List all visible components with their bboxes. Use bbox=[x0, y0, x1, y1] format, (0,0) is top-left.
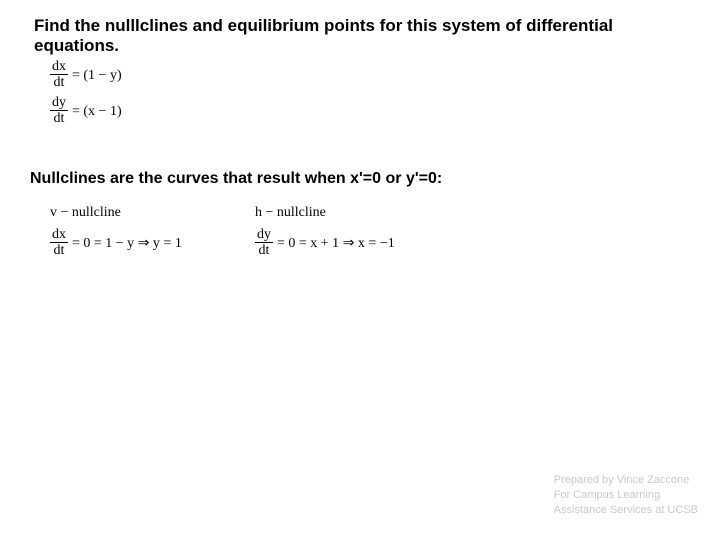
frac-num: dx bbox=[50, 60, 68, 75]
fraction-dx-dt: dx dt bbox=[50, 228, 68, 258]
fraction-dy-dt: dy dt bbox=[255, 228, 273, 258]
fraction-dy-dt: dy dt bbox=[50, 96, 68, 126]
fraction-dx-dt: dx dt bbox=[50, 60, 68, 90]
frac-num: dx bbox=[50, 228, 68, 243]
frac-num: dy bbox=[255, 228, 273, 243]
v-nullcline-block: v − nullcline dx dt = 0 = 1 − y ⇒ y = 1 bbox=[50, 205, 182, 265]
footer-credit: Prepared by Vince Zaccone For Campus Lea… bbox=[554, 473, 698, 518]
slide-title: Find the nulllclines and equilibrium poi… bbox=[34, 16, 700, 56]
eq-rhs: = 0 = 1 − y ⇒ y = 1 bbox=[72, 236, 182, 251]
footer-line: Prepared by Vince Zaccone bbox=[554, 473, 698, 488]
frac-den: dt bbox=[50, 111, 68, 126]
frac-num: dy bbox=[50, 96, 68, 111]
h-nullcline-eq: dy dt = 0 = x + 1 ⇒ x = −1 bbox=[255, 228, 395, 258]
v-nullcline-label: v − nullcline bbox=[50, 205, 182, 220]
h-nullcline-label: h − nullcline bbox=[255, 205, 395, 220]
frac-den: dt bbox=[50, 243, 68, 258]
footer-line: Assistance Services at UCSB bbox=[554, 503, 698, 518]
footer-line: For Campus Learning bbox=[554, 488, 698, 503]
frac-den: dt bbox=[255, 243, 273, 258]
slide: Find the nulllclines and equilibrium poi… bbox=[0, 0, 720, 540]
v-nullcline-eq: dx dt = 0 = 1 − y ⇒ y = 1 bbox=[50, 228, 182, 258]
eq-rhs: = (x − 1) bbox=[72, 104, 122, 119]
equation-dy-dt: dy dt = (x − 1) bbox=[50, 96, 122, 126]
nullclines-subhead: Nullclines are the curves that result wh… bbox=[30, 170, 442, 188]
system-equations: dx dt = (1 − y) dy dt = (x − 1) bbox=[50, 60, 122, 133]
eq-rhs: = (1 − y) bbox=[72, 68, 122, 83]
h-nullcline-block: h − nullcline dy dt = 0 = x + 1 ⇒ x = −1 bbox=[255, 205, 395, 265]
eq-rhs: = 0 = x + 1 ⇒ x = −1 bbox=[277, 236, 395, 251]
frac-den: dt bbox=[50, 75, 68, 90]
equation-dx-dt: dx dt = (1 − y) bbox=[50, 60, 122, 90]
